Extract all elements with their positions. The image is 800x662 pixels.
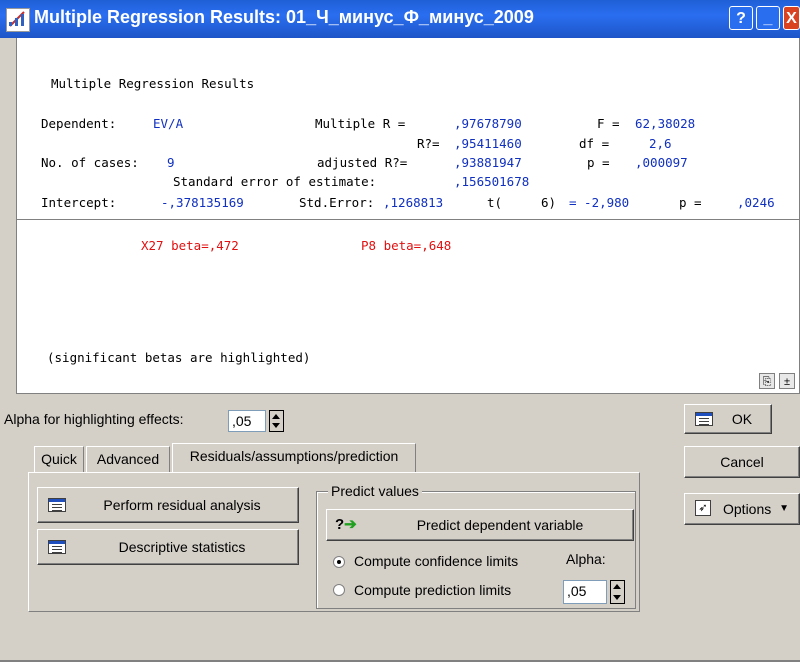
f-value: 62,38028 (635, 116, 696, 131)
scroll-up-icon[interactable]: ± (779, 373, 795, 389)
se-value: ,156501678 (454, 174, 530, 189)
close-button[interactable]: X (783, 6, 800, 30)
left-margin (0, 38, 17, 394)
results-output-pane: Multiple Regression Results Dependent: E… (16, 38, 800, 394)
f-label: F = (597, 116, 620, 131)
descriptive-button-label: Descriptive statistics (118, 539, 246, 555)
p2-label: p = (679, 195, 702, 210)
cancel-button-label: Cancel (720, 454, 764, 470)
se-label: Standard error of estimate: (173, 174, 377, 189)
copy-icon[interactable]: ⎘ (759, 373, 775, 389)
options-icon: ➶ (695, 500, 711, 516)
cancel-button[interactable]: Cancel (684, 446, 800, 478)
alpha-highlight-label: Alpha for highlighting effects: (4, 411, 184, 427)
alpha-highlight-spinner[interactable] (269, 410, 284, 432)
multiple-r-value: ,97678790 (454, 116, 522, 131)
help-button[interactable]: ? (729, 6, 753, 30)
multiple-r-label: Multiple R = (315, 116, 406, 131)
predict-alpha-label: Alpha: (566, 551, 606, 567)
options-button[interactable]: ➶ Options ▼ (684, 493, 800, 525)
window-app-icon (6, 8, 30, 32)
predict-values-title: Predict values (328, 483, 422, 499)
std-error-value: ,1268813 (383, 195, 444, 210)
intercept-value: -,378135169 (161, 195, 244, 210)
tab-quick[interactable]: Quick (34, 446, 84, 472)
predict-dependent-variable-button[interactable]: ?➔ Predict dependent variable (326, 509, 634, 541)
intercept-label: Intercept: (41, 195, 117, 210)
p-label: p = (587, 155, 610, 170)
t-value: = -2,980 (569, 195, 630, 210)
beta-p8: P8 beta=,648 (361, 238, 452, 253)
spin-down-icon[interactable] (272, 423, 280, 428)
tab-advanced[interactable]: Advanced (86, 446, 170, 472)
prediction-limits-radio[interactable] (333, 584, 345, 596)
spin-down-icon[interactable] (613, 595, 621, 600)
ok-button[interactable]: OK (684, 404, 772, 434)
options-button-label: Options (723, 501, 772, 517)
output-header: Multiple Regression Results (51, 76, 255, 91)
perform-residual-analysis-button[interactable]: Perform residual analysis (37, 487, 299, 523)
t-label: t( (487, 195, 503, 210)
tab-residuals[interactable]: Residuals/assumptions/prediction (172, 443, 416, 473)
r2-value: ,95411460 (454, 136, 522, 151)
cases-value: 9 (167, 155, 175, 170)
title-bar[interactable]: Multiple Regression Results: 01_Ч_минус_… (0, 0, 800, 38)
dropdown-arrow-icon: ▼ (779, 503, 789, 514)
cases-label: No. of cases: (41, 155, 139, 170)
r2-label: R?= (417, 136, 440, 151)
regression-results-window: Multiple Regression Results: 01_Ч_минус_… (0, 0, 800, 662)
adj-r2-value: ,93881947 (454, 155, 522, 170)
spin-up-icon[interactable] (613, 584, 621, 589)
t-df: 6) (541, 195, 557, 210)
beta-x27: X27 beta=,472 (141, 238, 239, 253)
predict-alpha-spinner[interactable] (610, 580, 625, 604)
p-value: ,000097 (635, 155, 688, 170)
prediction-limits-label[interactable]: Compute prediction limits (354, 582, 511, 598)
df-value: 2,6 (649, 136, 672, 151)
dependent-value: EV/A (153, 116, 184, 131)
descriptive-statistics-button[interactable]: Descriptive statistics (37, 529, 299, 565)
minimize-button[interactable]: _ (756, 6, 780, 30)
ok-button-label: OK (731, 411, 753, 427)
df-label: df = (579, 136, 610, 151)
predict-button-label: Predict dependent variable (416, 517, 584, 533)
p2-value: ,0246 (737, 195, 775, 210)
std-error-label: Std.Error: (299, 195, 375, 210)
alpha-highlight-input[interactable]: ,05 (228, 410, 266, 432)
residual-button-label: Perform residual analysis (103, 497, 261, 513)
adj-r2-label: adjusted R?= (317, 155, 408, 170)
confidence-limits-radio[interactable] (333, 556, 345, 568)
confidence-limits-label[interactable]: Compute confidence limits (354, 553, 518, 569)
significant-betas-note: (significant betas are highlighted) (47, 350, 311, 365)
dependent-label: Dependent: (41, 116, 117, 131)
window-title: Multiple Regression Results: 01_Ч_минус_… (34, 7, 534, 27)
spin-up-icon[interactable] (272, 414, 280, 419)
predict-alpha-input[interactable]: ,05 (563, 580, 607, 604)
output-separator (17, 219, 799, 220)
